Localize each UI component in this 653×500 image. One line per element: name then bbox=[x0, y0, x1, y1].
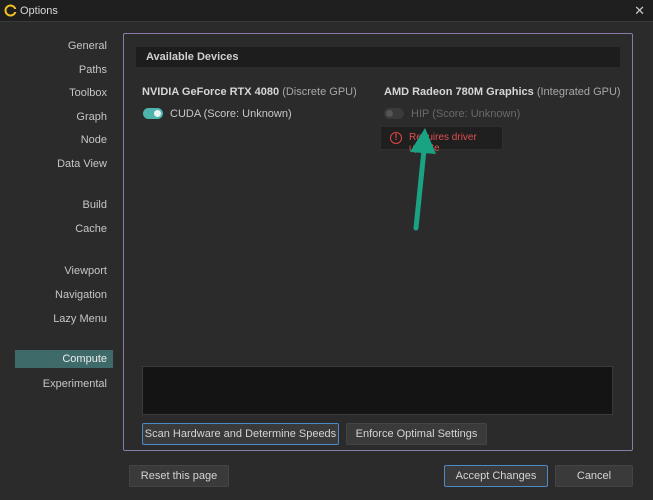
accept-changes-button[interactable]: Accept Changes bbox=[444, 465, 548, 487]
warning-text: Requires driver update bbox=[409, 132, 477, 154]
enforce-settings-button[interactable]: Enforce Optimal Settings bbox=[346, 423, 487, 445]
device-name-amd: AMD Radeon 780M Graphics (Integrated GPU… bbox=[384, 86, 621, 98]
device-type-text: (Discrete GPU) bbox=[282, 86, 357, 98]
title-bar: Options ✕ bbox=[0, 0, 653, 22]
toggle-knob bbox=[386, 110, 393, 117]
sidebar-item-compute[interactable]: Compute bbox=[15, 350, 113, 368]
hip-backend-label: HIP (Score: Unknown) bbox=[411, 108, 521, 120]
cuda-backend-label: CUDA (Score: Unknown) bbox=[170, 108, 292, 120]
cancel-button[interactable]: Cancel bbox=[555, 465, 633, 487]
close-icon[interactable]: ✕ bbox=[634, 3, 645, 19]
sidebar-item-cache[interactable]: Cache bbox=[75, 221, 107, 237]
device-name-nvidia: NVIDIA GeForce RTX 4080 (Discrete GPU) bbox=[142, 86, 357, 98]
hip-toggle[interactable] bbox=[384, 108, 404, 119]
sidebar-item-navigation[interactable]: Navigation bbox=[55, 287, 107, 303]
app-logo-icon bbox=[4, 4, 17, 17]
driver-warning-box: ! Requires driver update bbox=[380, 126, 503, 154]
section-header: Available Devices bbox=[136, 47, 620, 67]
sidebar-item-lazy-menu[interactable]: Lazy Menu bbox=[53, 311, 107, 327]
sidebar-item-build[interactable]: Build bbox=[83, 197, 107, 213]
sidebar-item-toolbox[interactable]: Toolbox bbox=[69, 85, 107, 101]
device-type-text: (Integrated GPU) bbox=[536, 86, 621, 98]
toggle-knob bbox=[154, 110, 161, 117]
sidebar-item-general[interactable]: General bbox=[68, 38, 107, 54]
window-title: Options bbox=[20, 5, 58, 17]
sidebar-item-experimental[interactable]: Experimental bbox=[43, 376, 107, 392]
sidebar-item-data-view[interactable]: Data View bbox=[57, 156, 107, 172]
device-name-text: AMD Radeon 780M Graphics bbox=[384, 86, 534, 98]
cuda-toggle[interactable] bbox=[143, 108, 163, 119]
reset-page-button[interactable]: Reset this page bbox=[129, 465, 229, 487]
sidebar-item-viewport[interactable]: Viewport bbox=[64, 263, 107, 279]
device-name-text: NVIDIA GeForce RTX 4080 bbox=[142, 86, 280, 98]
sidebar-item-graph[interactable]: Graph bbox=[76, 109, 107, 125]
sidebar-item-node[interactable]: Node bbox=[81, 132, 107, 148]
sidebar-item-paths[interactable]: Paths bbox=[79, 62, 107, 78]
output-log-area[interactable] bbox=[142, 366, 613, 415]
scan-hardware-button[interactable]: Scan Hardware and Determine Speeds bbox=[142, 423, 339, 445]
warning-icon: ! bbox=[390, 132, 402, 144]
